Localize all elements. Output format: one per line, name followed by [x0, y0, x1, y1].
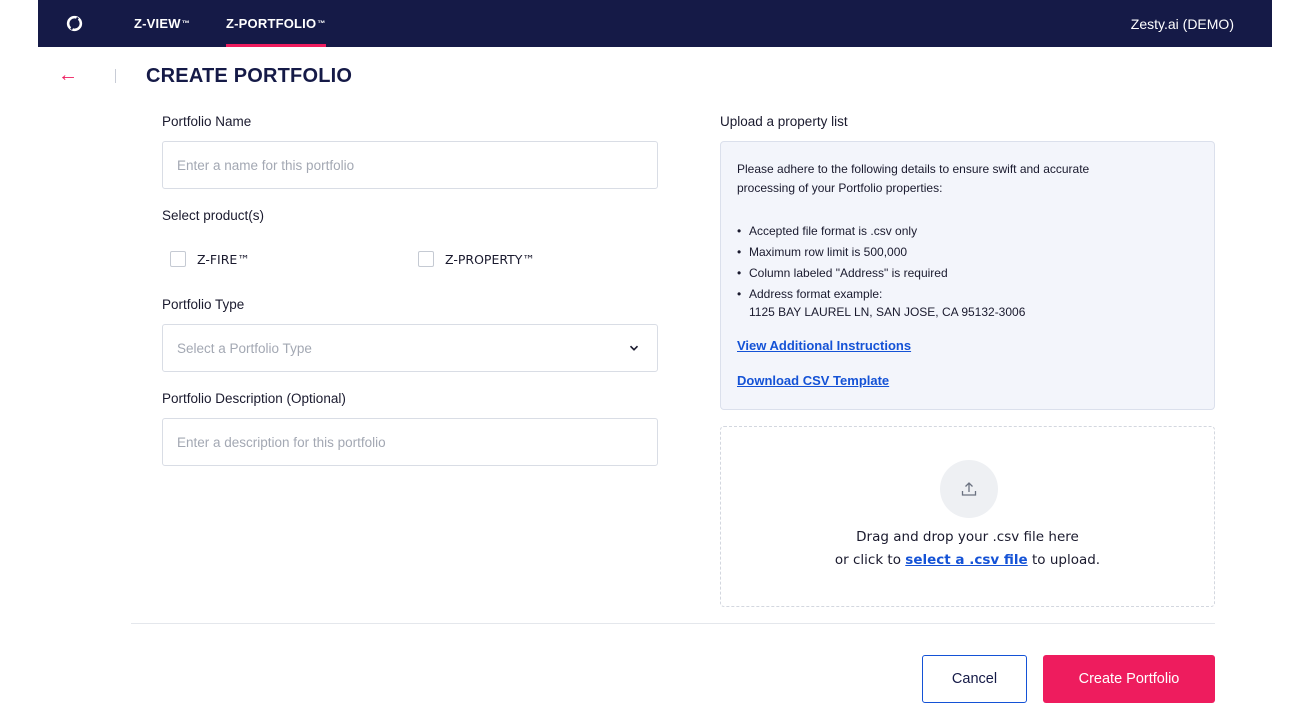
top-navbar: Z-VIEW ™ Z-PORTFOLIO ™ Zesty.ai (DEMO)	[38, 0, 1272, 47]
z-fire-label: Z-FIRE™	[197, 251, 250, 267]
cancel-button[interactable]: Cancel	[922, 655, 1027, 703]
list-item: • Accepted file format is .csv only	[737, 224, 918, 238]
drop-instruction-secondary: or click to select a .csv file to upload…	[834, 552, 1101, 568]
portfolio-type-label: Portfolio Type	[162, 297, 245, 312]
z-property-checkbox[interactable]	[418, 251, 434, 267]
intro-line-2: processing of your Portfolio properties:	[737, 181, 943, 195]
select-products-label: Select product(s)	[162, 208, 265, 223]
back-arrow-icon[interactable]: ←	[58, 63, 78, 87]
product-checkbox-z-property[interactable]: Z-PROPERTY™	[418, 251, 535, 267]
portfolio-name-field[interactable]	[162, 141, 658, 189]
zesty-logo-icon[interactable]	[66, 15, 83, 32]
upload-icon-container	[940, 460, 998, 518]
account-menu[interactable]: Zesty.ai (DEMO)	[1131, 0, 1234, 47]
portfolio-name-label: Portfolio Name	[162, 114, 252, 129]
view-instructions-link[interactable]: View Additional Instructions	[737, 338, 911, 353]
list-item: • Column labeled "Address" is required	[737, 266, 948, 280]
create-portfolio-button[interactable]: Create Portfolio	[1043, 655, 1215, 703]
nav-tab-z-view-label: Z-VIEW	[134, 16, 181, 31]
download-template-link[interactable]: Download CSV Template	[737, 373, 889, 388]
portfolio-type-select[interactable]: Select a Portfolio Type	[162, 324, 658, 372]
z-fire-checkbox[interactable]	[170, 251, 186, 267]
requirements-list: • Accepted file format is .csv only • Maxi…	[737, 221, 1025, 323]
intro-line-1: Please adhere to the following details t…	[737, 162, 1090, 176]
chevron-down-icon	[629, 345, 639, 351]
upload-label: Upload a property list	[720, 114, 848, 129]
select-csv-link[interactable]: select a .csv file	[905, 552, 1027, 568]
footer-divider	[131, 623, 1215, 624]
list-item: • Maximum row limit is 500,000	[737, 245, 908, 259]
nav-tab-z-portfolio-label: Z-PORTFOLIO	[226, 16, 317, 31]
csv-drop-zone[interactable]: Drag and drop your .csv file here or cli…	[720, 426, 1215, 607]
portfolio-type-placeholder: Select a Portfolio Type	[177, 340, 312, 356]
product-checkbox-z-fire[interactable]: Z-FIRE™	[170, 251, 250, 267]
header-divider	[115, 69, 116, 83]
page-title: CREATE PORTFOLIO	[146, 65, 353, 87]
portfolio-description-input[interactable]	[177, 434, 657, 450]
drop-instruction: Drag and drop your .csv file here	[856, 529, 1079, 545]
portfolio-description-field[interactable]	[162, 418, 658, 466]
nav-tab-z-view[interactable]: Z-VIEW ™	[134, 0, 190, 47]
portfolio-name-input[interactable]	[177, 157, 657, 173]
upload-instructions-panel: Please adhere to the following details t…	[720, 141, 1215, 410]
z-property-label: Z-PROPERTY™	[445, 251, 535, 267]
upload-icon	[961, 482, 977, 496]
portfolio-description-label: Portfolio Description (Optional)	[162, 391, 346, 406]
nav-tab-z-portfolio[interactable]: Z-PORTFOLIO ™	[226, 0, 326, 47]
address-example: 1125 BAY LAUREL LN, SAN JOSE, CA 95132-3…	[749, 305, 1026, 319]
